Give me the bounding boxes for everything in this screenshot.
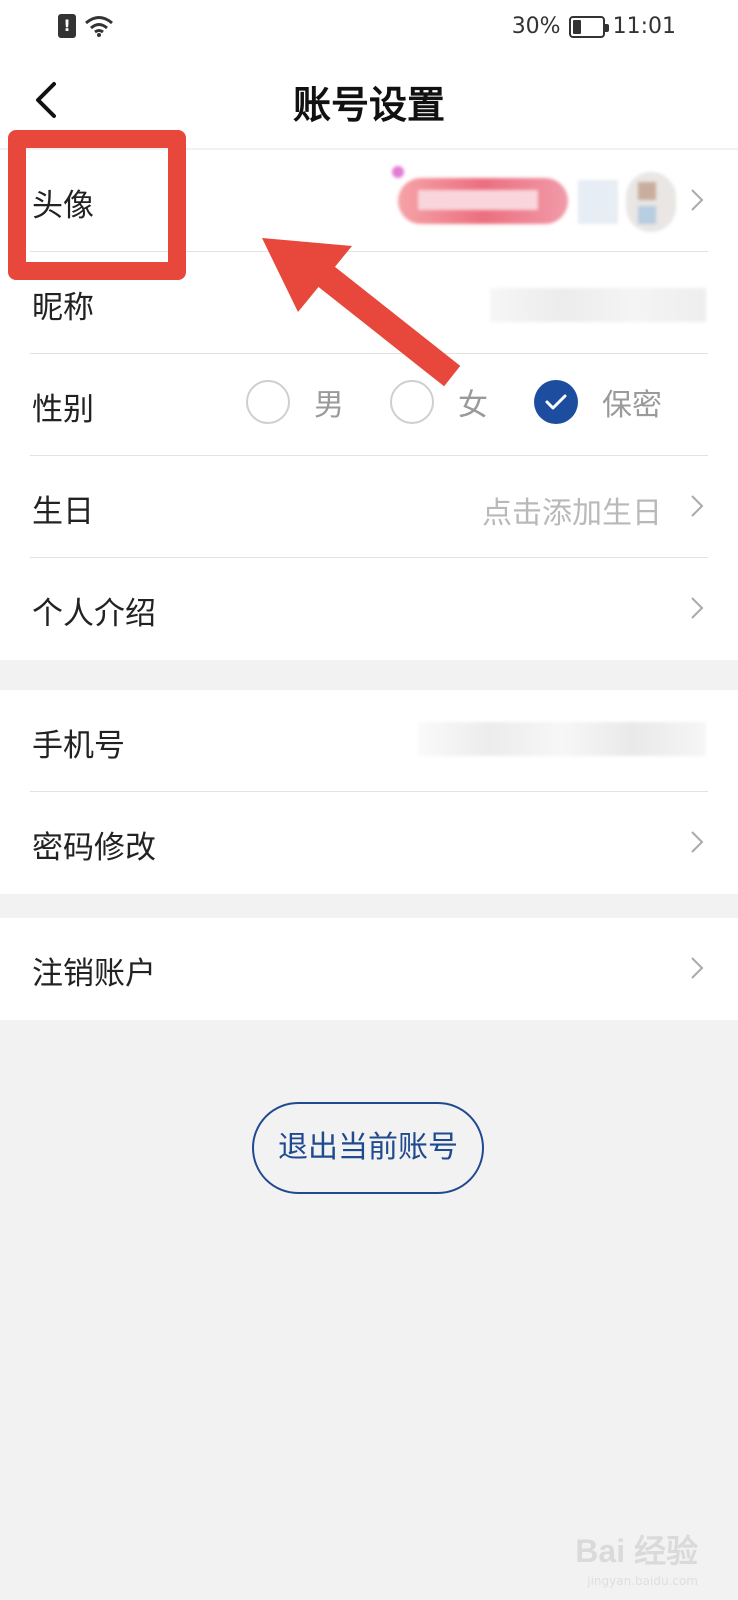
check-icon — [545, 394, 567, 410]
avatar-image[interactable] — [392, 166, 680, 232]
chevron-right-icon — [691, 831, 704, 853]
annotation-highlight-box — [8, 130, 186, 280]
watermark: Bai 经验 jingyan.baidu.com — [575, 1526, 698, 1588]
battery-icon — [568, 15, 609, 38]
birthday-hint: 点击添加生日 — [482, 496, 662, 531]
clock: 11:01 — [612, 14, 676, 39]
gender-label: 性别 — [32, 392, 94, 428]
gender-option-label: 女 — [458, 388, 488, 423]
account-card: 手机号 密码修改 — [0, 690, 738, 894]
gender-row: 性别 男 女 保密 — [0, 354, 738, 456]
watermark-logo: Bai 经验 — [575, 1533, 698, 1569]
password-row[interactable]: 密码修改 — [0, 792, 738, 894]
chevron-right-icon — [691, 495, 704, 517]
gender-option-label: 保密 — [602, 388, 662, 423]
deactivate-label: 注销账户 — [32, 956, 156, 992]
intro-row[interactable]: 个人介绍 — [0, 558, 738, 660]
watermark-url: jingyan.baidu.com — [587, 1574, 698, 1588]
status-right: 30% 11:01 — [512, 14, 676, 39]
radio-secret[interactable] — [534, 380, 578, 424]
deactivate-card: 注销账户 — [0, 918, 738, 1020]
battery-fill — [572, 19, 581, 34]
status-bar: ! 30% 11:01 — [0, 0, 738, 56]
nickname-label: 昵称 — [32, 290, 94, 326]
gender-option-female[interactable]: 女 — [390, 380, 488, 424]
chevron-right-icon — [691, 597, 704, 619]
intro-label: 个人介绍 — [32, 596, 156, 632]
radio-female[interactable] — [390, 380, 434, 424]
logout-button[interactable]: 退出当前账号 — [252, 1102, 484, 1194]
alert-icon: ! — [58, 14, 76, 38]
chevron-right-icon — [691, 189, 704, 211]
birthday-row[interactable]: 生日 点击添加生日 — [0, 456, 738, 558]
phone-value — [418, 722, 706, 756]
chevron-right-icon — [691, 957, 704, 979]
gender-options: 男 女 保密 — [200, 380, 662, 424]
status-left: ! — [58, 14, 114, 38]
nickname-value — [490, 288, 706, 322]
birthday-label: 生日 — [32, 494, 94, 530]
radio-male[interactable] — [246, 380, 290, 424]
password-label: 密码修改 — [32, 830, 156, 866]
gender-option-secret[interactable]: 保密 — [534, 380, 662, 424]
phone-label: 手机号 — [32, 728, 125, 764]
phone-row[interactable]: 手机号 — [0, 690, 738, 792]
gender-option-male[interactable]: 男 — [246, 380, 344, 424]
battery-percent: 30% — [511, 14, 561, 39]
wifi-icon — [85, 16, 113, 37]
gender-option-label: 男 — [314, 388, 344, 423]
deactivate-row[interactable]: 注销账户 — [0, 918, 738, 1020]
page-title: 账号设置 — [292, 83, 445, 127]
